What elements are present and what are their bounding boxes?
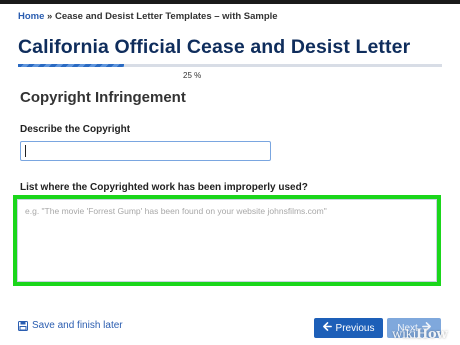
describe-copyright-label: Describe the Copyright	[20, 124, 131, 135]
breadcrumb-home-link[interactable]: Home	[18, 11, 44, 22]
breadcrumb-separator: »	[44, 11, 55, 22]
page-title: California Official Cease and Desist Let…	[18, 36, 411, 58]
save-label: Save and finish later	[32, 320, 123, 331]
arrow-left-icon	[322, 322, 332, 334]
progress-bar	[18, 64, 442, 67]
progress-fill	[18, 64, 124, 67]
floppy-disk-icon	[18, 320, 28, 331]
describe-copyright-input[interactable]	[20, 141, 271, 161]
breadcrumb: Home » Cease and Desist Letter Templates…	[18, 11, 278, 22]
top-strip	[0, 0, 460, 4]
section-title: Copyright Infringement	[20, 89, 186, 106]
progress-label: 25 %	[183, 71, 202, 80]
previous-button[interactable]: Previous	[314, 318, 383, 338]
improper-use-textarea[interactable]	[17, 199, 437, 282]
watermark-wiki: wiki	[392, 327, 417, 341]
watermark-how: How	[416, 327, 448, 342]
save-and-finish-later-link[interactable]: Save and finish later	[18, 320, 123, 331]
previous-label: Previous	[335, 322, 375, 334]
breadcrumb-current[interactable]: Cease and Desist Letter Templates – with…	[55, 11, 278, 22]
text-caret	[25, 145, 26, 157]
improper-use-label: List where the Copyrighted work has been…	[20, 182, 308, 193]
wikihow-watermark: wikiHow	[392, 327, 448, 342]
